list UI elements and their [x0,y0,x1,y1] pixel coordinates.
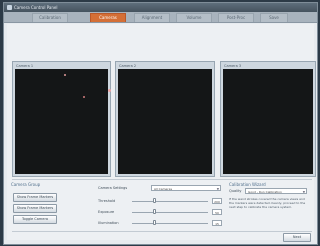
marker-dot [108,89,111,92]
section-divider [12,179,312,180]
camera-view[interactable] [118,69,212,174]
threshold-slider-thumb[interactable] [153,198,156,203]
quality-select[interactable]: Good - Run Calibration ▼ [245,188,307,194]
app-icon [7,5,12,10]
tab-save[interactable]: Save [260,13,288,22]
show-frame-markers-button-2[interactable]: Show Frame Markers [13,204,57,213]
tab-alignment[interactable]: Alignment [134,13,170,22]
title-bar: Camera Control Panel [4,3,317,12]
illumination-slider-thumb[interactable] [153,220,156,225]
exposure-slider-thumb[interactable] [153,209,156,214]
quality-label: Quality [229,189,242,193]
footer-divider [12,231,312,232]
camera-panel-1[interactable]: Camera 1 [12,61,111,177]
camera-settings-value: All Cameras [154,187,173,191]
next-button[interactable]: Next [283,233,311,242]
app-window: Camera Control Panel Calibration Cameras… [3,2,318,245]
tab-volume[interactable]: Volume [176,13,212,22]
illumination-value[interactable]: 15 [212,220,222,226]
exposure-value[interactable]: 50 [212,209,222,215]
toggle-camera-button[interactable]: Toggle Camera [13,215,57,224]
tab-calibration[interactable]: Calibration [32,13,68,22]
threshold-label: Threshold [98,199,116,203]
illumination-slider-track[interactable] [132,223,208,224]
camera-panel-2[interactable]: Camera 2 [115,61,215,177]
tab-cameras[interactable]: Cameras [90,13,126,22]
camera-group-title: Camera Group [11,182,41,187]
threshold-slider-track[interactable] [132,201,208,202]
marker-dot [83,96,85,98]
calibration-description: If the wand strokes covered the camera v… [229,197,306,209]
tab-post-proc[interactable]: Post-Proc [218,13,254,22]
chevron-down-icon: ▼ [216,187,219,191]
camera-panel-3[interactable]: Camera 3 [220,61,316,177]
camera-settings-select[interactable]: All Cameras ▼ [151,185,221,191]
tab-bar: Calibration Cameras Alignment Volume Pos… [4,12,317,23]
camera-view[interactable] [15,69,111,174]
window-title: Camera Control Panel [14,5,58,10]
calibration-wizard-title: Calibration Wizard [229,182,266,187]
exposure-label: Exposure [98,210,115,214]
camera-view[interactable] [223,69,313,174]
main-content: Camera 1 Camera 2 Camera 3 Camera Group … [7,24,316,242]
threshold-value[interactable]: 200 [212,198,222,204]
illumination-label: Illumination [98,221,119,225]
show-frame-markers-button[interactable]: Show Frame Markers [13,193,57,202]
marker-dot [64,74,66,76]
quality-value: Good - Run Calibration [248,190,282,194]
chevron-down-icon: ▼ [302,190,305,194]
camera-settings-label: Camera Settings [98,186,128,190]
exposure-slider-track[interactable] [132,212,208,213]
